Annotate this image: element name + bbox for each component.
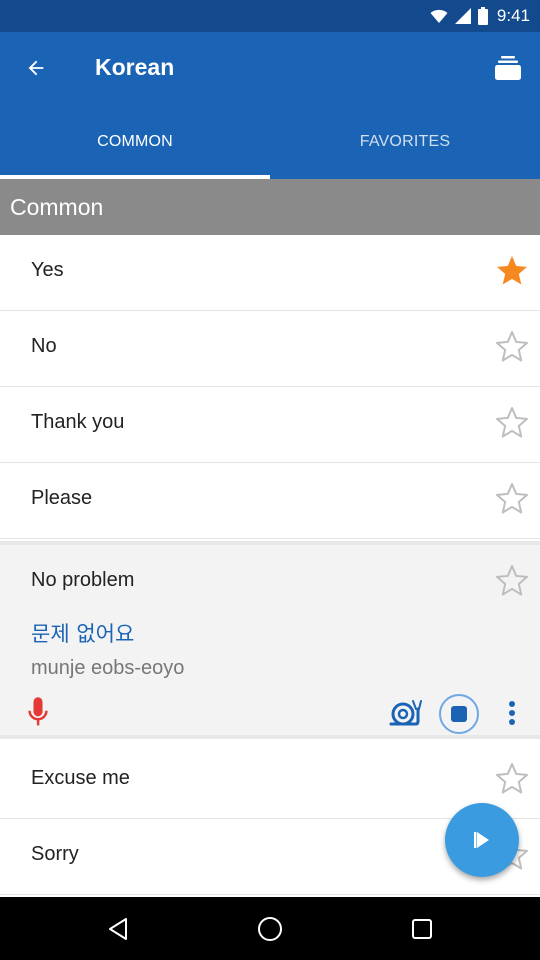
snail-slow-play-icon[interactable] (388, 697, 422, 729)
phrase-label: Yes (31, 259, 64, 281)
phrase-row-please[interactable]: Please (0, 463, 540, 539)
microphone-icon[interactable] (24, 695, 52, 731)
status-time: 9:41 (496, 6, 530, 25)
star-outline-icon[interactable] (494, 563, 530, 599)
section-header: Common (0, 179, 540, 235)
status-bar: 9:41 (0, 0, 540, 32)
app-bar: Korean (0, 32, 540, 104)
phrase-row-excuse-me[interactable]: Excuse me (0, 743, 540, 819)
stop-button[interactable] (439, 694, 479, 734)
nav-home-button[interactable] (250, 909, 290, 949)
back-button[interactable] (12, 44, 60, 92)
phrase-row-yes[interactable]: Yes (0, 235, 540, 311)
more-vert-icon[interactable] (500, 697, 524, 729)
play-all-button[interactable] (445, 803, 519, 877)
nav-recents-icon (412, 919, 432, 939)
system-nav-bar (0, 897, 540, 960)
romanization: munje eobs-eoyo (31, 657, 185, 679)
phrase-label: Please (31, 487, 93, 509)
phrase-row-no-problem-expanded[interactable]: No problem 문제 없어요 munje eobs-eoyo (0, 541, 540, 739)
nav-recents-button[interactable] (402, 909, 442, 949)
page-title: Korean (95, 54, 175, 80)
play-icon (474, 832, 489, 848)
tab-favorites-label: FAVORITES (359, 132, 451, 150)
stop-icon (451, 706, 467, 722)
tab-bar: COMMON FAVORITES (0, 104, 540, 179)
star-outline-icon[interactable] (494, 329, 530, 365)
phrase-row-no[interactable]: No (0, 311, 540, 387)
flashcards-icon (495, 56, 521, 80)
phrase-label: Excuse me (31, 767, 130, 789)
nav-back-button[interactable] (98, 909, 138, 949)
nav-back-icon (109, 918, 127, 940)
battery-icon (477, 7, 488, 25)
star-filled-icon[interactable] (494, 253, 530, 289)
nav-home-icon (258, 917, 282, 941)
korean-translation: 문제 없어요 (31, 622, 135, 646)
tab-common-label: COMMON (97, 132, 173, 150)
signal-icon (454, 8, 471, 24)
wifi-icon (430, 9, 448, 23)
status-icons: 9:41 (430, 6, 530, 26)
phrase-row-thank-you[interactable]: Thank you (0, 387, 540, 463)
phrase-label: No problem (31, 569, 135, 591)
phrase-label: Sorry (31, 843, 79, 865)
tab-favorites[interactable]: FAVORITES (270, 104, 540, 179)
star-outline-icon[interactable] (494, 481, 530, 517)
phrase-label: Thank you (31, 411, 125, 433)
phrase-label: No (31, 335, 57, 357)
flashcards-button[interactable] (486, 46, 530, 90)
star-outline-icon[interactable] (494, 405, 530, 441)
tab-common[interactable]: COMMON (0, 104, 270, 179)
arrow-back-icon (28, 60, 44, 76)
star-outline-icon[interactable] (494, 761, 530, 797)
